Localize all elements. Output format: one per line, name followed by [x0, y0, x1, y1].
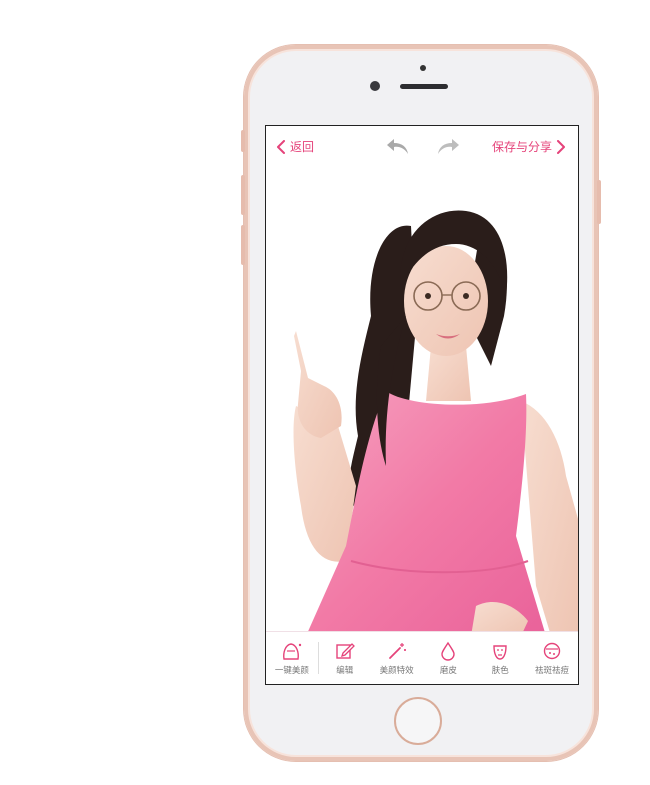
chevron-left-icon: [277, 139, 285, 154]
face-mask-icon: [493, 644, 507, 660]
tool-label: 美颜特效: [379, 665, 414, 676]
back-button[interactable]: 返回: [276, 138, 314, 155]
chevron-right-icon: [557, 139, 565, 154]
photo-canvas[interactable]: [266, 166, 578, 636]
edit-icon: [336, 642, 355, 659]
undo-icon: [387, 139, 408, 154]
tool-one-click-beauty[interactable]: 一键美颜: [266, 632, 318, 684]
top-bar: 返回 保存与分享: [266, 126, 578, 166]
home-button[interactable]: [394, 697, 442, 745]
tool-edit[interactable]: 编辑: [319, 632, 371, 684]
volume-down-button: [241, 225, 245, 265]
front-camera: [370, 81, 380, 91]
drop-icon: [441, 641, 456, 661]
tool-label: 编辑: [336, 665, 354, 676]
save-share-button[interactable]: 保存与分享: [492, 138, 566, 155]
tool-beauty-effects[interactable]: 美颜特效: [371, 632, 423, 684]
proximity-sensor: [420, 65, 426, 71]
tool-label: 祛斑祛痘: [535, 665, 570, 676]
power-button: [597, 180, 601, 224]
tool-label: 一键美颜: [274, 665, 309, 676]
app-screen: 返回 保存与分享 一键美颜 编辑 美颜特效 磨皮 肤色 祛斑祛痘: [265, 125, 579, 685]
magic-wand-icon: [388, 642, 406, 659]
volume-up-button: [241, 175, 245, 215]
back-label: 返回: [290, 140, 315, 154]
redo-icon: [438, 139, 459, 154]
earpiece-speaker: [400, 84, 448, 89]
tool-skin-tone[interactable]: 肤色: [474, 632, 526, 684]
tool-label: 磨皮: [439, 665, 457, 676]
tool-label: 肤色: [491, 665, 509, 676]
spot-remove-icon: [543, 642, 561, 659]
undo-button[interactable]: [384, 136, 410, 160]
tool-skin-smooth[interactable]: 磨皮: [422, 632, 474, 684]
redo-button[interactable]: [436, 136, 462, 160]
save-share-label: 保存与分享: [491, 140, 552, 154]
face-magic-icon: [282, 642, 302, 660]
edit-toolbar: 一键美颜 编辑 美颜特效 磨皮 肤色 祛斑祛痘: [266, 631, 578, 684]
tool-spot-remove[interactable]: 祛斑祛痘: [526, 632, 578, 684]
portrait-photo: [293, 210, 578, 636]
mute-switch: [241, 130, 245, 152]
